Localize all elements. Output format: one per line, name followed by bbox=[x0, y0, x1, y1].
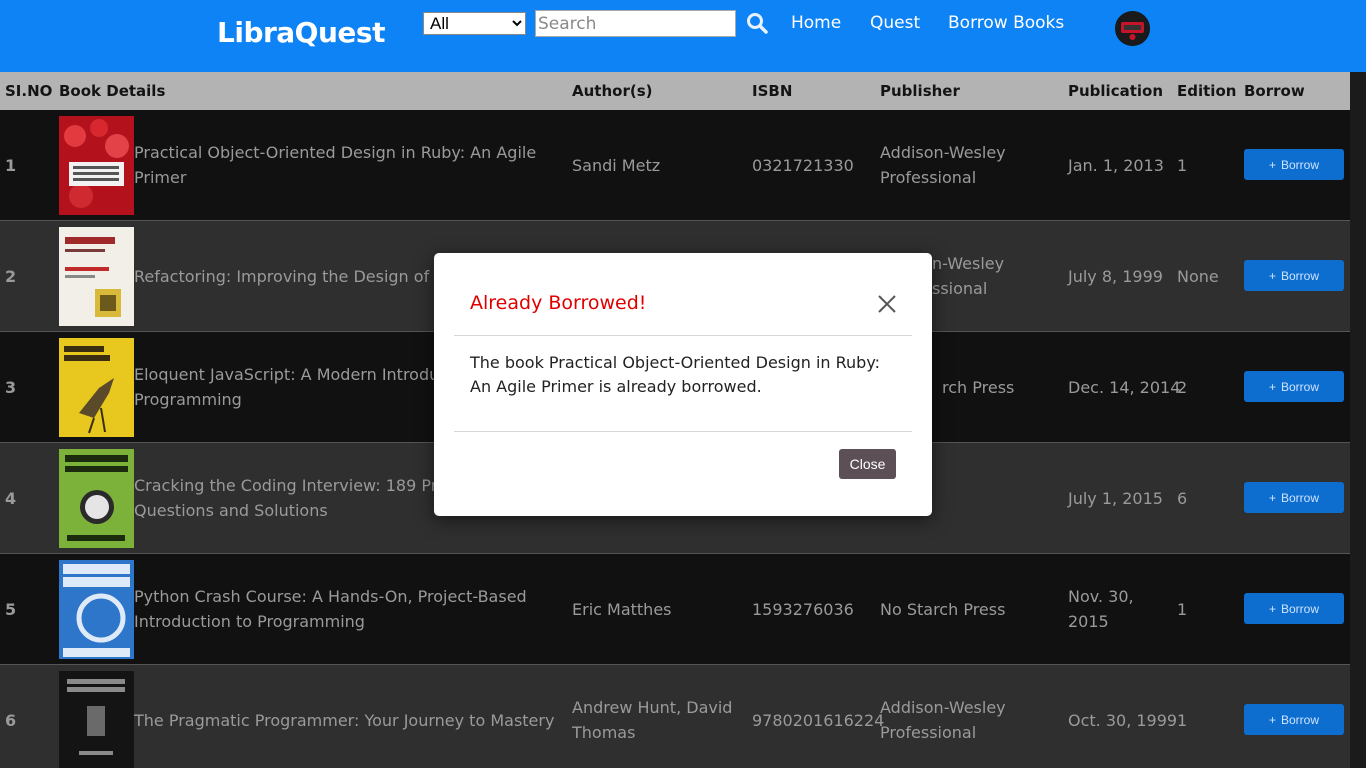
book-publication: Jan. 1, 2013 bbox=[1068, 156, 1164, 175]
header-book-details: Book Details bbox=[59, 82, 166, 100]
modal-divider bbox=[454, 335, 912, 336]
borrow-button-label: Borrow bbox=[1281, 601, 1320, 616]
search-filter-select[interactable]: All bbox=[423, 12, 526, 35]
header-sino: SI.NO bbox=[5, 82, 53, 100]
header-publication: Publication bbox=[1068, 82, 1164, 100]
borrow-button-label: Borrow bbox=[1281, 712, 1320, 727]
book-cover-image bbox=[59, 338, 134, 437]
search-input[interactable] bbox=[535, 10, 736, 37]
close-button[interactable]: Close bbox=[839, 449, 896, 479]
book-edition: 6 bbox=[1177, 489, 1188, 508]
book-cover-image bbox=[59, 116, 134, 215]
book-publication: Dec. 14, 2014 bbox=[1068, 378, 1181, 397]
book-cover-image bbox=[59, 227, 134, 326]
book-isbn: 0321721330 bbox=[752, 156, 854, 175]
plus-icon: + bbox=[1268, 601, 1276, 616]
borrow-button[interactable]: + Borrow bbox=[1244, 593, 1344, 624]
book-publication: Oct. 30, 1999 bbox=[1068, 711, 1178, 730]
table-row: 5 Python Crash Course: A Hands-On, Proje… bbox=[0, 554, 1350, 665]
modal-title: Already Borrowed! bbox=[470, 292, 647, 314]
table-row: 1 Practical Object-Oriented Design in Ru… bbox=[0, 110, 1350, 221]
book-edition: 1 bbox=[1177, 711, 1188, 730]
nav-quest-link[interactable]: Quest bbox=[870, 13, 920, 33]
plus-icon: + bbox=[1268, 268, 1276, 283]
borrow-button-label: Borrow bbox=[1281, 268, 1320, 283]
modal-divider bbox=[454, 431, 912, 432]
nav-borrow-books-link[interactable]: Borrow Books bbox=[948, 13, 1064, 33]
row-serial: 4 bbox=[5, 489, 17, 508]
book-edition: 1 bbox=[1177, 156, 1188, 175]
book-publisher: n-Wesley ssional bbox=[932, 254, 1005, 298]
book-publisher: rch Press bbox=[942, 378, 1015, 397]
borrow-button[interactable]: + Borrow bbox=[1244, 482, 1344, 513]
book-edition: 1 bbox=[1177, 600, 1188, 619]
borrow-button-label: Borrow bbox=[1281, 157, 1320, 172]
top-navbar: LibraQuest All Home Quest Borrow Books bbox=[0, 0, 1366, 72]
row-serial: 5 bbox=[5, 600, 17, 619]
book-cover-image bbox=[59, 560, 134, 659]
borrow-button[interactable]: + Borrow bbox=[1244, 260, 1344, 291]
book-cover-image bbox=[59, 449, 134, 548]
book-title[interactable]: Practical Object-Oriented Design in Ruby… bbox=[134, 140, 554, 190]
plus-icon: + bbox=[1268, 712, 1276, 727]
search-icon[interactable] bbox=[746, 12, 768, 34]
modal-message: The book Practical Object-Oriented Desig… bbox=[470, 353, 881, 396]
book-publisher: No Starch Press bbox=[880, 600, 1006, 619]
book-isbn: 9780201616224 bbox=[752, 711, 885, 730]
table-row: 6 The Pragmatic Programmer: Your Journey… bbox=[0, 665, 1350, 768]
header-edition: Edition bbox=[1177, 82, 1237, 100]
book-title[interactable]: Eloquent JavaScript: A Modern Introdu Pr… bbox=[134, 362, 439, 412]
row-serial: 6 bbox=[5, 711, 17, 730]
table-header: SI.NO Book Details Author(s) ISBN Publis… bbox=[0, 72, 1350, 110]
user-avatar[interactable] bbox=[1115, 11, 1150, 46]
borrow-button[interactable]: + Borrow bbox=[1244, 704, 1344, 735]
book-edition: None bbox=[1177, 267, 1219, 286]
plus-icon: + bbox=[1268, 157, 1276, 172]
close-icon[interactable] bbox=[877, 294, 897, 314]
book-publication: Nov. 30, 2015 bbox=[1068, 587, 1134, 631]
book-author: Sandi Metz bbox=[572, 156, 661, 175]
book-title[interactable]: Cracking the Coding Interview: 189 Pro Q… bbox=[134, 473, 447, 523]
book-edition: 2 bbox=[1177, 378, 1188, 397]
header-publisher: Publisher bbox=[880, 82, 960, 100]
row-serial: 2 bbox=[5, 267, 17, 286]
book-cover-image bbox=[59, 671, 134, 768]
book-title[interactable]: The Pragmatic Programmer: Your Journey t… bbox=[134, 708, 564, 733]
borrow-button-label: Borrow bbox=[1281, 379, 1320, 394]
borrow-button[interactable]: + Borrow bbox=[1244, 371, 1344, 402]
borrow-button-label: Borrow bbox=[1281, 490, 1320, 505]
brand-logo[interactable]: LibraQuest bbox=[217, 16, 385, 49]
plus-icon: + bbox=[1268, 490, 1276, 505]
row-serial: 1 bbox=[5, 156, 17, 175]
book-isbn: 1593276036 bbox=[752, 600, 854, 619]
nav-home-link[interactable]: Home bbox=[791, 13, 841, 33]
header-isbn: ISBN bbox=[752, 82, 793, 100]
book-author: Eric Matthes bbox=[572, 600, 672, 619]
header-borrow: Borrow bbox=[1244, 82, 1305, 100]
book-title[interactable]: Refactoring: Improving the Design of E bbox=[134, 264, 444, 289]
already-borrowed-modal: Already Borrowed! The book Practical Obj… bbox=[434, 253, 932, 516]
borrow-button[interactable]: + Borrow bbox=[1244, 149, 1344, 180]
book-author: Andrew Hunt, David Thomas bbox=[572, 698, 733, 742]
row-serial: 3 bbox=[5, 378, 17, 397]
book-title[interactable]: Python Crash Course: A Hands-On, Project… bbox=[134, 584, 554, 634]
book-publication: July 8, 1999 bbox=[1068, 267, 1163, 286]
plus-icon: + bbox=[1268, 379, 1276, 394]
book-publication: July 1, 2015 bbox=[1068, 489, 1163, 508]
header-authors: Author(s) bbox=[572, 82, 653, 100]
book-publisher: Addison-Wesley Professional bbox=[880, 143, 1006, 187]
book-publisher: Addison-Wesley Professional bbox=[880, 698, 1006, 742]
